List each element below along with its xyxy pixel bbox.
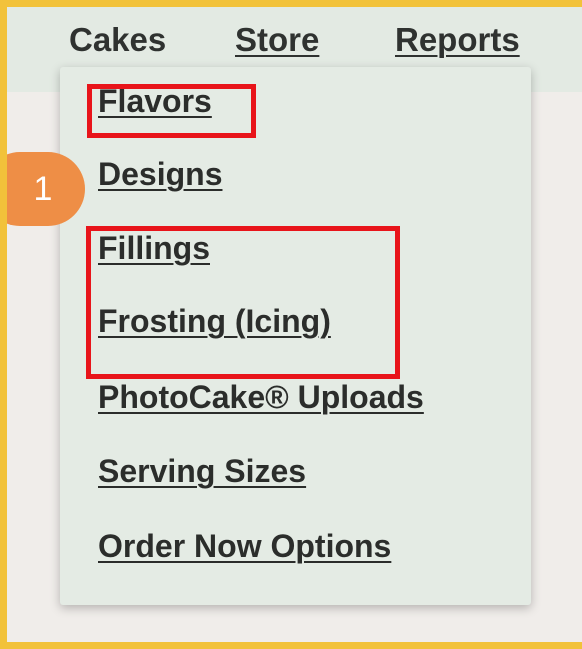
menu-item-fillings[interactable]: Fillings — [98, 230, 210, 267]
app-frame: Cakes Store Reports Flavors Designs Fill… — [0, 0, 582, 649]
menu-item-photocake-uploads[interactable]: PhotoCake® Uploads — [98, 379, 424, 416]
menu-item-designs[interactable]: Designs — [98, 156, 222, 193]
menu-item-serving-sizes[interactable]: Serving Sizes — [98, 453, 306, 490]
nav-reports-link[interactable]: Reports — [395, 21, 520, 59]
menu-item-flavors[interactable]: Flavors — [98, 83, 212, 120]
menu-item-order-now-options[interactable]: Order Now Options — [98, 528, 391, 565]
nav-store-link[interactable]: Store — [235, 21, 319, 59]
menu-item-frosting[interactable]: Frosting (Icing) — [98, 303, 331, 340]
nav-cakes-menu[interactable]: Cakes — [69, 21, 166, 59]
step-number-badge: 1 — [7, 152, 85, 226]
cakes-dropdown-menu: Flavors Designs Fillings Frosting (Icing… — [60, 67, 531, 605]
